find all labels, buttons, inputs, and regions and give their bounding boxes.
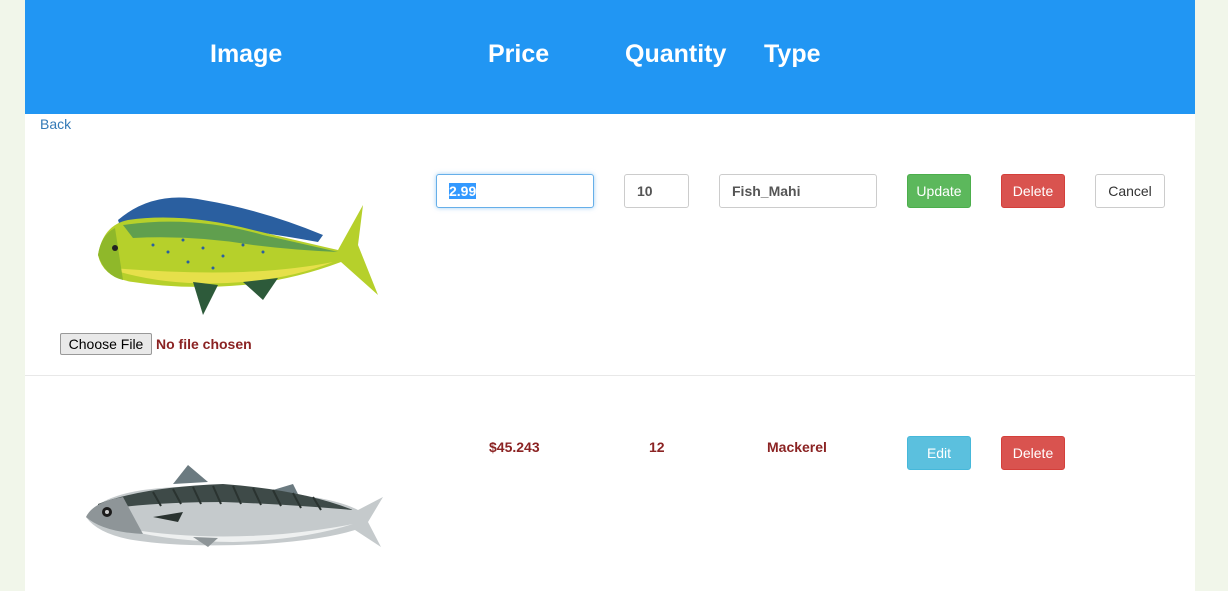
price-input[interactable]: 2.99 <box>436 174 594 208</box>
products-page: Image Price Quantity Type Back 2.99 10 F… <box>25 0 1195 591</box>
type-input[interactable]: Fish_Mahi <box>719 174 877 208</box>
header-type: Type <box>764 40 821 68</box>
update-button[interactable]: Update <box>907 174 971 208</box>
quantity-input-value: 10 <box>637 183 653 199</box>
header-image: Image <box>210 40 283 68</box>
row-divider <box>25 375 1195 376</box>
row-type: Mackerel <box>767 439 827 455</box>
back-link[interactable]: Back <box>40 116 71 132</box>
row-price: $45.243 <box>489 439 540 455</box>
row-quantity: 12 <box>649 439 665 455</box>
mackerel-fish-image <box>86 465 383 547</box>
edit-button[interactable]: Edit <box>907 436 971 470</box>
header-quantity: Quantity <box>625 40 727 68</box>
type-input-value: Fish_Mahi <box>732 183 801 199</box>
mahi-fish-image <box>98 197 378 315</box>
choose-file-button[interactable]: Choose File <box>60 333 152 355</box>
header-price: Price <box>488 40 550 68</box>
table-header: Image Price Quantity Type <box>25 0 1195 114</box>
quantity-input[interactable]: 10 <box>624 174 689 208</box>
file-status: No file chosen <box>156 336 252 352</box>
delete-button[interactable]: Delete <box>1001 436 1065 470</box>
delete-button[interactable]: Delete <box>1001 174 1065 208</box>
price-input-value: 2.99 <box>449 183 477 199</box>
cancel-button[interactable]: Cancel <box>1095 174 1165 208</box>
